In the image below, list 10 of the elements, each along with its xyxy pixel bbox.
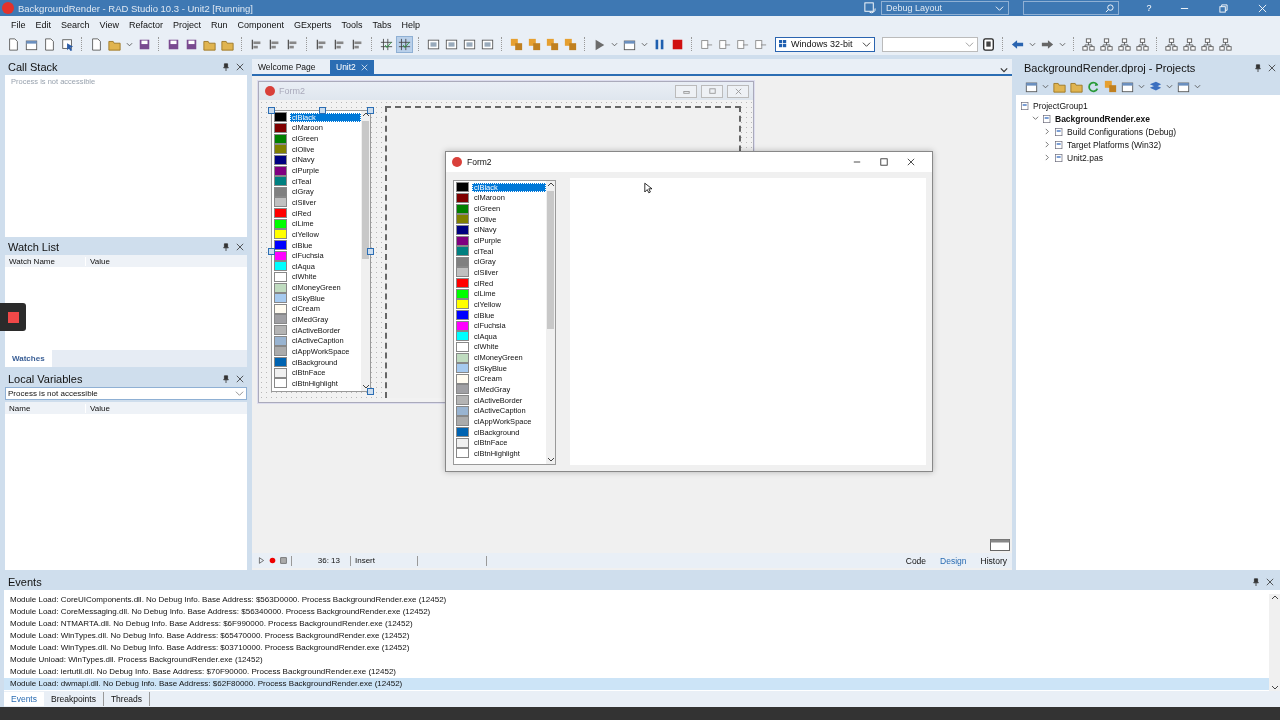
form-title: Form2 <box>279 86 305 96</box>
panel-title: Watch List <box>8 241 60 253</box>
panel-title: Local Variables <box>8 373 84 385</box>
panel-title: BackgroundRender.dproj - Projects <box>1024 62 1197 74</box>
edit-mode: Insert <box>355 556 376 565</box>
panel-title: Call Stack <box>8 61 59 73</box>
form-title: Form2 <box>467 157 492 167</box>
window-title: BackgroundRender - RAD Studio 10.3 - Unit2 [Running] <box>18 2 253 14</box>
cursor-position: 36: 13 <box>316 556 341 565</box>
panel-title: Events <box>8 575 43 588</box>
